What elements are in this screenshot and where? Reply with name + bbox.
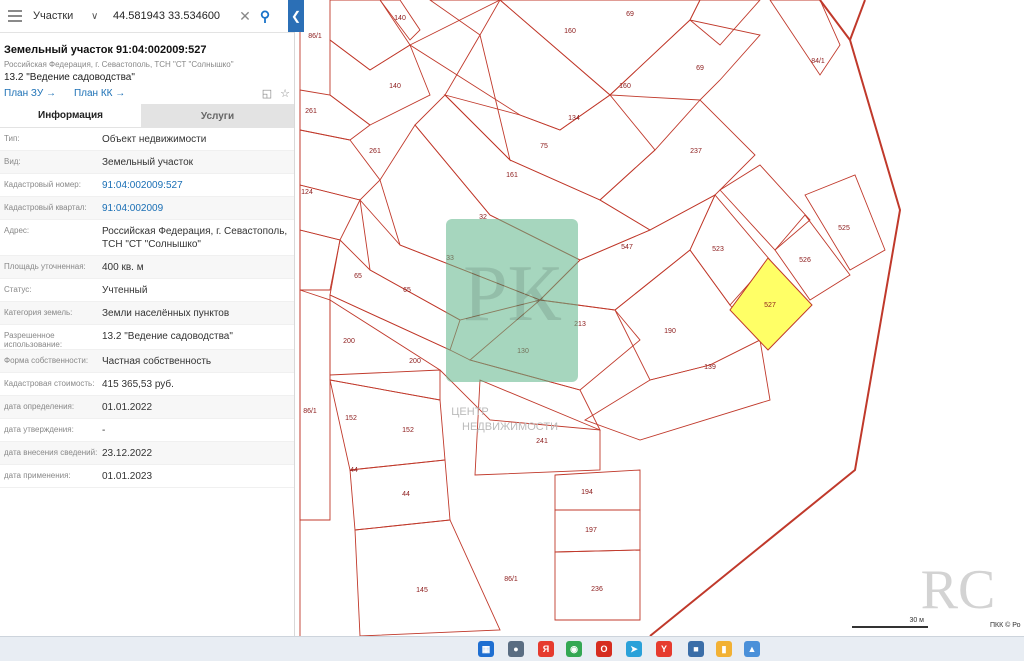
map-label: 527	[764, 302, 776, 309]
map-label: 190	[664, 328, 676, 335]
table-row: Форма собственности: Частная собственност…	[0, 350, 294, 373]
svg-text:РК: РК	[463, 250, 561, 338]
chrome-icon[interactable]: ◉	[566, 641, 582, 657]
map-label: 526	[799, 257, 811, 264]
map-label: 84/1	[811, 58, 825, 65]
map-label: 197	[585, 527, 597, 534]
map-label: 236	[591, 586, 603, 593]
map-label: 86/1	[308, 33, 322, 40]
table-row: Кадастровый квартал: 91:04:002009	[0, 197, 294, 220]
cadastral-number-link[interactable]: 91:04:002009:527	[102, 174, 294, 196]
table-row: Вид: Земельный участок	[0, 151, 294, 174]
map-label: 86/1	[504, 576, 518, 583]
map-label: 261	[305, 108, 317, 115]
table-row: дата утверждения: -	[0, 419, 294, 442]
zoom-to-icon[interactable]: ◱	[262, 87, 272, 100]
map-copyright: ПКК © Ро	[990, 622, 1021, 629]
layer-select[interactable]: Участки	[33, 10, 91, 22]
plan-zu-link[interactable]: План ЗУ →	[4, 88, 56, 99]
search-icon[interactable]: ⚲	[253, 8, 277, 25]
table-row: Адрес: Российская Федерация, г. Севастопо…	[0, 220, 294, 256]
yandex-browser-icon[interactable]: Y	[656, 641, 672, 657]
search-input[interactable]	[113, 10, 237, 22]
map-label: 75	[540, 143, 548, 150]
table-row: дата внесения сведений: 23.12.2022	[0, 442, 294, 465]
table-row: дата определения: 01.01.2022	[0, 396, 294, 419]
map-label: 161	[506, 172, 518, 179]
map-label: 69	[626, 11, 634, 18]
parcel-use: 13.2 "Ведение садоводства"	[4, 72, 135, 83]
plan-kk-link[interactable]: План КК →	[74, 88, 125, 99]
tab-information[interactable]: Информация	[0, 104, 141, 128]
map-label: 44	[402, 491, 410, 498]
map-label: 65	[354, 273, 362, 280]
collapse-panel-button[interactable]: ❮	[288, 0, 304, 32]
menu-icon[interactable]	[8, 10, 22, 22]
table-row: Кадастровый номер: 91:04:002009:527	[0, 174, 294, 197]
attributes-table: Тип: Объект недвижимости Вид: Земельный уч…	[0, 128, 294, 488]
map-label: 152	[402, 427, 414, 434]
scale-label: 30 м	[909, 617, 924, 624]
map-label: 525	[838, 225, 850, 232]
map-label: 139	[704, 364, 716, 371]
map-label: 86/1	[303, 408, 317, 415]
watermark-text: ЦЕНТР	[451, 406, 488, 418]
star-icon[interactable]: ☆	[280, 87, 290, 100]
photos-icon[interactable]: ▲	[744, 641, 760, 657]
info-panel: Участки ∨ ✕ ⚲ Земельный участок 91:04:00…	[0, 0, 295, 636]
map-label: 152	[345, 415, 357, 422]
search-taskbar-icon[interactable]: ●	[508, 641, 524, 657]
table-row: Категория земель: Земли населённых пункто…	[0, 302, 294, 325]
tab-services[interactable]: Услуги	[141, 104, 294, 128]
map-label: 194	[581, 489, 593, 496]
opera-icon[interactable]: O	[596, 641, 612, 657]
chevron-down-icon[interactable]: ∨	[91, 11, 105, 22]
close-icon[interactable]: ✕	[237, 8, 253, 25]
parcel-address: Российская Федерация, г. Севастополь, ТС…	[4, 60, 234, 69]
telegram-icon[interactable]: ➤	[626, 641, 642, 657]
watermark-text: НЕДВИЖИМОСТИ	[462, 421, 558, 433]
table-row: Статус: Учтенный	[0, 279, 294, 302]
map-label: 237	[690, 148, 702, 155]
table-row: Тип: Объект недвижимости	[0, 128, 294, 151]
map-label: 140	[389, 83, 401, 90]
map-label: 241	[536, 438, 548, 445]
corner-watermark-logo: RC	[921, 559, 996, 621]
map-label: 65	[403, 287, 411, 294]
map-label: 124	[301, 189, 313, 196]
yandex-icon[interactable]: Я	[538, 641, 554, 657]
page-title: Земельный участок 91:04:002009:527	[4, 44, 207, 56]
map-label: 547	[621, 244, 633, 251]
table-row: Площадь уточненная: 400 кв. м	[0, 256, 294, 279]
watermark-logo: РК	[446, 219, 578, 382]
folder-icon[interactable]: ▮	[716, 641, 732, 657]
map-label: 160	[619, 83, 631, 90]
map-label: 523	[712, 246, 724, 253]
map-label: 160	[564, 28, 576, 35]
map-label: 44	[350, 467, 358, 474]
table-row: дата применения: 01.01.2023	[0, 465, 294, 488]
map-label: 261	[369, 148, 381, 155]
map-label: 145	[416, 587, 428, 594]
table-row: Разрешенное использование: 13.2 "Ведение …	[0, 325, 294, 350]
map-label: 69	[696, 65, 704, 72]
map-label: 200	[343, 338, 355, 345]
scale-bar: 30 м	[852, 617, 928, 628]
cadastral-quarter-link[interactable]: 91:04:002009	[102, 197, 294, 219]
map-label: 140	[394, 15, 406, 22]
table-row: Кадастровая стоимость: 415 365,53 руб.	[0, 373, 294, 396]
windows-start-icon[interactable]: ▦	[478, 641, 494, 657]
taskbar: ▦ ● Я ◉ O ➤ Y ■ ▮ ▲	[0, 636, 1024, 661]
map-label: 200	[409, 358, 421, 365]
map-label: 134	[568, 115, 580, 122]
app-icon[interactable]: ■	[688, 641, 704, 657]
search-bar: Участки ∨ ✕ ⚲	[0, 0, 294, 33]
